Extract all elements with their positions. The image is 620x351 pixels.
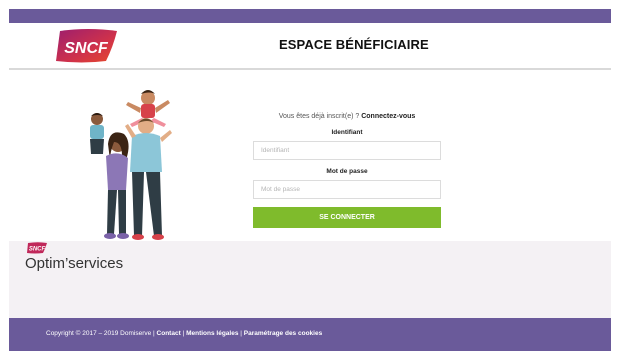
footer-separator: | — [182, 330, 185, 337]
identifiant-input[interactable]: Identifiant — [253, 141, 441, 160]
password-input[interactable]: Mot de passe — [253, 180, 441, 199]
page-header: SNCF ESPACE BÉNÉFICIAIRE — [9, 23, 611, 70]
sncf-mini-logo: SNCF — [27, 242, 47, 254]
svg-text:SNCF: SNCF — [64, 40, 109, 57]
family-illustration — [90, 90, 172, 240]
svg-text:SNCF: SNCF — [29, 247, 46, 253]
login-form: Vous êtes déjà inscrit(e) ? Connectez-vo… — [253, 113, 441, 228]
login-button[interactable]: SE CONNECTER — [253, 207, 441, 228]
legal-link[interactable]: Mentions légales — [186, 330, 238, 337]
page-title: ESPACE BÉNÉFICIAIRE — [279, 37, 429, 52]
copyright-text: Copyright © 2017 – 2019 Domiserve | — [46, 330, 155, 337]
footer-separator: | — [240, 330, 242, 337]
already-registered-text: Vous êtes déjà inscrit(e) ? Connectez-vo… — [278, 113, 416, 120]
sncf-logo[interactable]: SNCF — [54, 29, 119, 63]
connect-link[interactable]: Connectez-vous — [361, 113, 415, 120]
cookies-link[interactable]: Paramétrage des cookies — [244, 330, 322, 337]
page-footer: Copyright © 2017 – 2019 Domiserve | Cont… — [9, 318, 611, 351]
top-accent-bar — [9, 9, 611, 23]
password-label: Mot de passe — [326, 168, 368, 175]
brand-name: Optim’services — [25, 255, 124, 272]
brand-section: SNCF Optim’services — [9, 241, 611, 318]
footer-text: Copyright © 2017 – 2019 Domiserve | Cont… — [46, 330, 322, 337]
contact-link[interactable]: Contact — [157, 330, 181, 337]
identifiant-label: Identifiant — [331, 129, 363, 136]
